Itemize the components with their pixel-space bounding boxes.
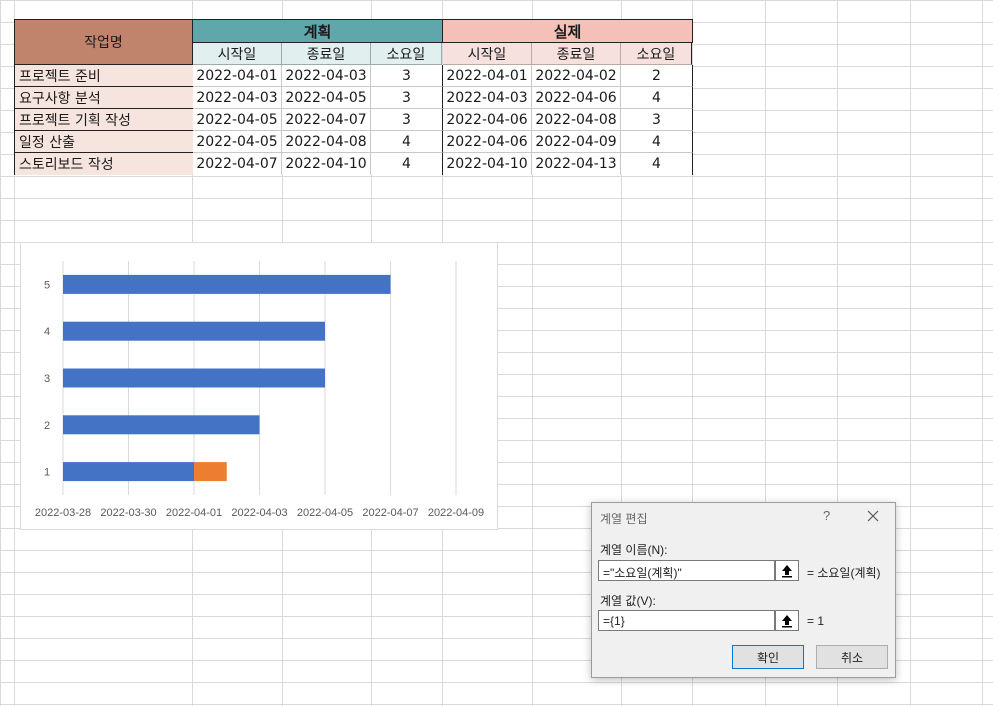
task-name-cell[interactable]: 프로젝트 준비: [14, 65, 193, 87]
actual-end-header[interactable]: 종료일: [532, 43, 621, 65]
series-values-input[interactable]: ={1}: [598, 610, 775, 631]
plan-end-cell[interactable]: 2022-04-10: [282, 153, 371, 175]
plan-days-cell[interactable]: 3: [371, 87, 443, 109]
x-tick-label: 2022-03-30: [100, 507, 156, 519]
x-tick-label: 2022-04-03: [231, 507, 287, 519]
x-tick-label: 2022-04-01: [166, 507, 222, 519]
series-name-label: 계열 이름(N):: [600, 543, 668, 557]
plan-days-cell[interactable]: 4: [371, 131, 443, 153]
edit-series-dialog: 계열 편집 ? 계열 이름(N): ="소요일(계획)" = 소요일(계획) 계…: [591, 502, 896, 678]
actual-days-cell[interactable]: 2: [621, 65, 693, 87]
actual-days-header[interactable]: 소요일: [621, 43, 692, 65]
actual-days-cell[interactable]: 4: [621, 131, 693, 153]
actual-header[interactable]: 실제: [442, 19, 693, 43]
x-tick-label: 2022-04-09: [428, 507, 484, 519]
actual-end-cell[interactable]: 2022-04-13: [532, 153, 621, 175]
y-tick-label: 4: [44, 326, 50, 338]
plan-days-cell[interactable]: 3: [371, 109, 443, 131]
plan-end-cell[interactable]: 2022-04-03: [282, 65, 371, 87]
bar-start: [63, 274, 391, 294]
actual-end-cell[interactable]: 2022-04-08: [532, 109, 621, 131]
close-icon[interactable]: [863, 506, 883, 526]
plan-start-cell[interactable]: 2022-04-05: [193, 131, 282, 153]
bar-duration: [194, 462, 227, 482]
grid-line: [982, 0, 983, 706]
x-tick-label: 2022-03-28: [35, 507, 91, 519]
x-tick-label: 2022-04-07: [362, 507, 418, 519]
bar-start: [63, 415, 260, 435]
y-tick-label: 1: [44, 467, 50, 479]
plan-start-cell[interactable]: 2022-04-01: [193, 65, 282, 87]
collapse-arrow-icon: [782, 614, 792, 627]
actual-start-cell[interactable]: 2022-04-03: [443, 87, 532, 109]
y-tick-label: 5: [44, 279, 50, 291]
actual-start-cell[interactable]: 2022-04-10: [443, 153, 532, 175]
actual-start-cell[interactable]: 2022-04-06: [443, 131, 532, 153]
bar-start: [63, 368, 325, 388]
task-name-cell[interactable]: 프로젝트 기획 작성: [14, 109, 193, 131]
plan-start-cell[interactable]: 2022-04-07: [193, 153, 282, 175]
plan-days-header[interactable]: 소요일: [371, 43, 442, 65]
actual-days-cell[interactable]: 3: [621, 109, 693, 131]
plan-end-cell[interactable]: 2022-04-08: [282, 131, 371, 153]
series-name-input[interactable]: ="소요일(계획)": [598, 560, 775, 581]
task-name-cell[interactable]: 요구사항 분석: [14, 87, 193, 109]
bar-start: [63, 462, 194, 482]
plan-end-cell[interactable]: 2022-04-05: [282, 87, 371, 109]
actual-end-cell[interactable]: 2022-04-06: [532, 87, 621, 109]
dialog-title: 계열 편집: [600, 512, 648, 526]
plan-end-header[interactable]: 종료일: [282, 43, 371, 65]
task-header[interactable]: 작업명: [14, 19, 193, 65]
collapse-arrow-icon: [782, 564, 792, 577]
gantt-chart[interactable]: 2022-03-28 2022-03-30 2022-04-01 2022-04-03…: [20, 242, 498, 530]
x-tick-label: 2022-04-05: [297, 507, 353, 519]
y-tick-label: 3: [44, 373, 50, 385]
ok-button[interactable]: 확인: [732, 645, 804, 669]
series-name-collapse-button[interactable]: [775, 560, 799, 581]
plan-start-cell[interactable]: 2022-04-05: [193, 109, 282, 131]
plan-start-cell[interactable]: 2022-04-03: [193, 87, 282, 109]
actual-start-cell[interactable]: 2022-04-01: [443, 65, 532, 87]
plan-start-header[interactable]: 시작일: [193, 43, 282, 65]
task-name-cell[interactable]: 일정 산출: [14, 131, 193, 153]
bar-start: [63, 321, 325, 341]
y-tick-label: 2: [44, 420, 50, 432]
series-values-label: 계열 값(V):: [600, 594, 656, 608]
plan-end-cell[interactable]: 2022-04-07: [282, 109, 371, 131]
series-values-preview: = 1: [807, 614, 825, 628]
actual-days-cell[interactable]: 4: [621, 87, 693, 109]
actual-start-header[interactable]: 시작일: [443, 43, 532, 65]
help-button[interactable]: ?: [823, 508, 830, 523]
chart-canvas: 2022-03-28 2022-03-30 2022-04-01 2022-04-03…: [35, 261, 484, 519]
grid-line: [910, 0, 911, 706]
series-name-preview: = 소요일(계획): [807, 566, 881, 580]
plan-days-cell[interactable]: 4: [371, 153, 443, 175]
actual-days-cell[interactable]: 4: [621, 153, 693, 175]
plan-header[interactable]: 계획: [192, 19, 443, 43]
plan-days-cell[interactable]: 3: [371, 65, 443, 87]
actual-start-cell[interactable]: 2022-04-06: [443, 109, 532, 131]
actual-end-cell[interactable]: 2022-04-09: [532, 131, 621, 153]
cancel-button[interactable]: 취소: [816, 645, 888, 669]
actual-end-cell[interactable]: 2022-04-02: [532, 65, 621, 87]
series-values-collapse-button[interactable]: [775, 610, 799, 631]
task-name-cell[interactable]: 스토리보드 작성: [14, 153, 193, 175]
